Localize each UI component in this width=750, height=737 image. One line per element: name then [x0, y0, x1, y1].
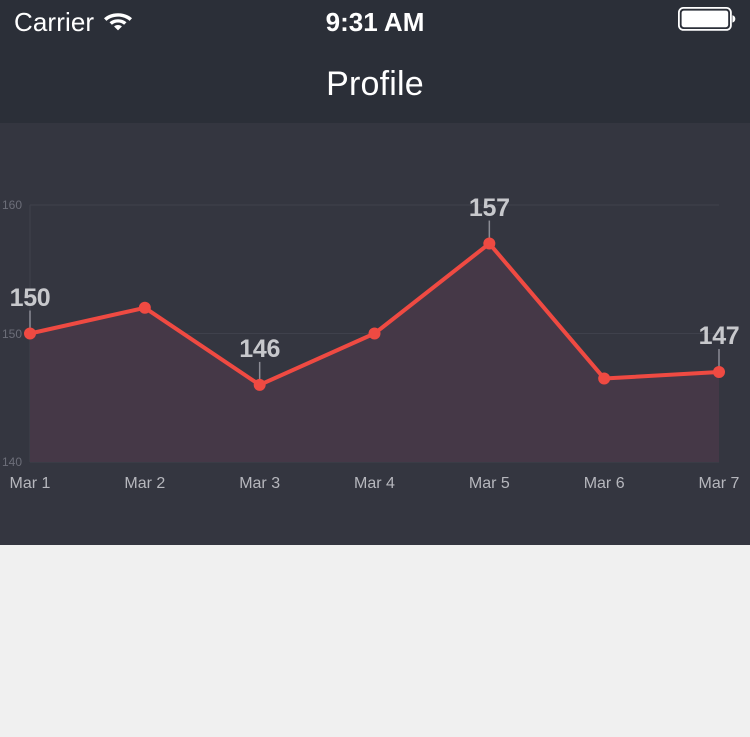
x-axis-tick-label: Mar 1: [9, 475, 51, 492]
chart-area-fill: [30, 243, 719, 462]
status-bar-center: 9:31 AM: [0, 0, 750, 44]
chart-data-point[interactable]: [138, 301, 151, 314]
x-axis-tick-label: Mar 4: [354, 475, 395, 492]
status-bar: Carrier 9:31 AM: [0, 0, 750, 44]
y-axis-tick-label: 160: [2, 198, 23, 212]
data-point-value-label: 147: [698, 322, 740, 351]
weight-chart[interactable]: 140 150 160 Mar 1 Mar 2 Mar 3 Mar 4 Mar 5 Mar 6 M…: [0, 123, 750, 545]
battery-full-icon: [677, 6, 736, 37]
app-root: Carrier 9:31 AM Profile 140 150 160 Mar …: [0, 0, 750, 737]
page-title: Profile: [326, 64, 424, 103]
x-axis-tick-label: Mar 2: [124, 475, 166, 492]
chart-data-point[interactable]: [483, 237, 496, 250]
chart-data-point[interactable]: [368, 327, 381, 340]
navigation-bar: Profile: [0, 44, 750, 123]
data-point-value-label: 150: [9, 283, 51, 312]
chart-data-point[interactable]: [713, 366, 725, 379]
x-axis-tick-label: Mar 5: [468, 475, 510, 492]
chart-data-point[interactable]: [598, 372, 611, 385]
y-axis-tick-label: 150: [2, 326, 23, 341]
x-axis-tick-label: Mar 3: [239, 475, 281, 492]
profile-section: [0, 545, 750, 737]
x-axis-tick-label: Mar 6: [583, 475, 625, 492]
x-axis-tick-label: Mar 7: [698, 475, 740, 492]
y-axis-tick-label: 140: [2, 455, 23, 469]
data-point-value-label: 146: [239, 334, 281, 363]
chart-data-point[interactable]: [253, 378, 266, 391]
data-point-value-label: 157: [468, 193, 510, 222]
chart-data-point[interactable]: [24, 327, 36, 340]
status-bar-right: [677, 0, 736, 44]
clock-label: 9:31 AM: [325, 7, 425, 37]
